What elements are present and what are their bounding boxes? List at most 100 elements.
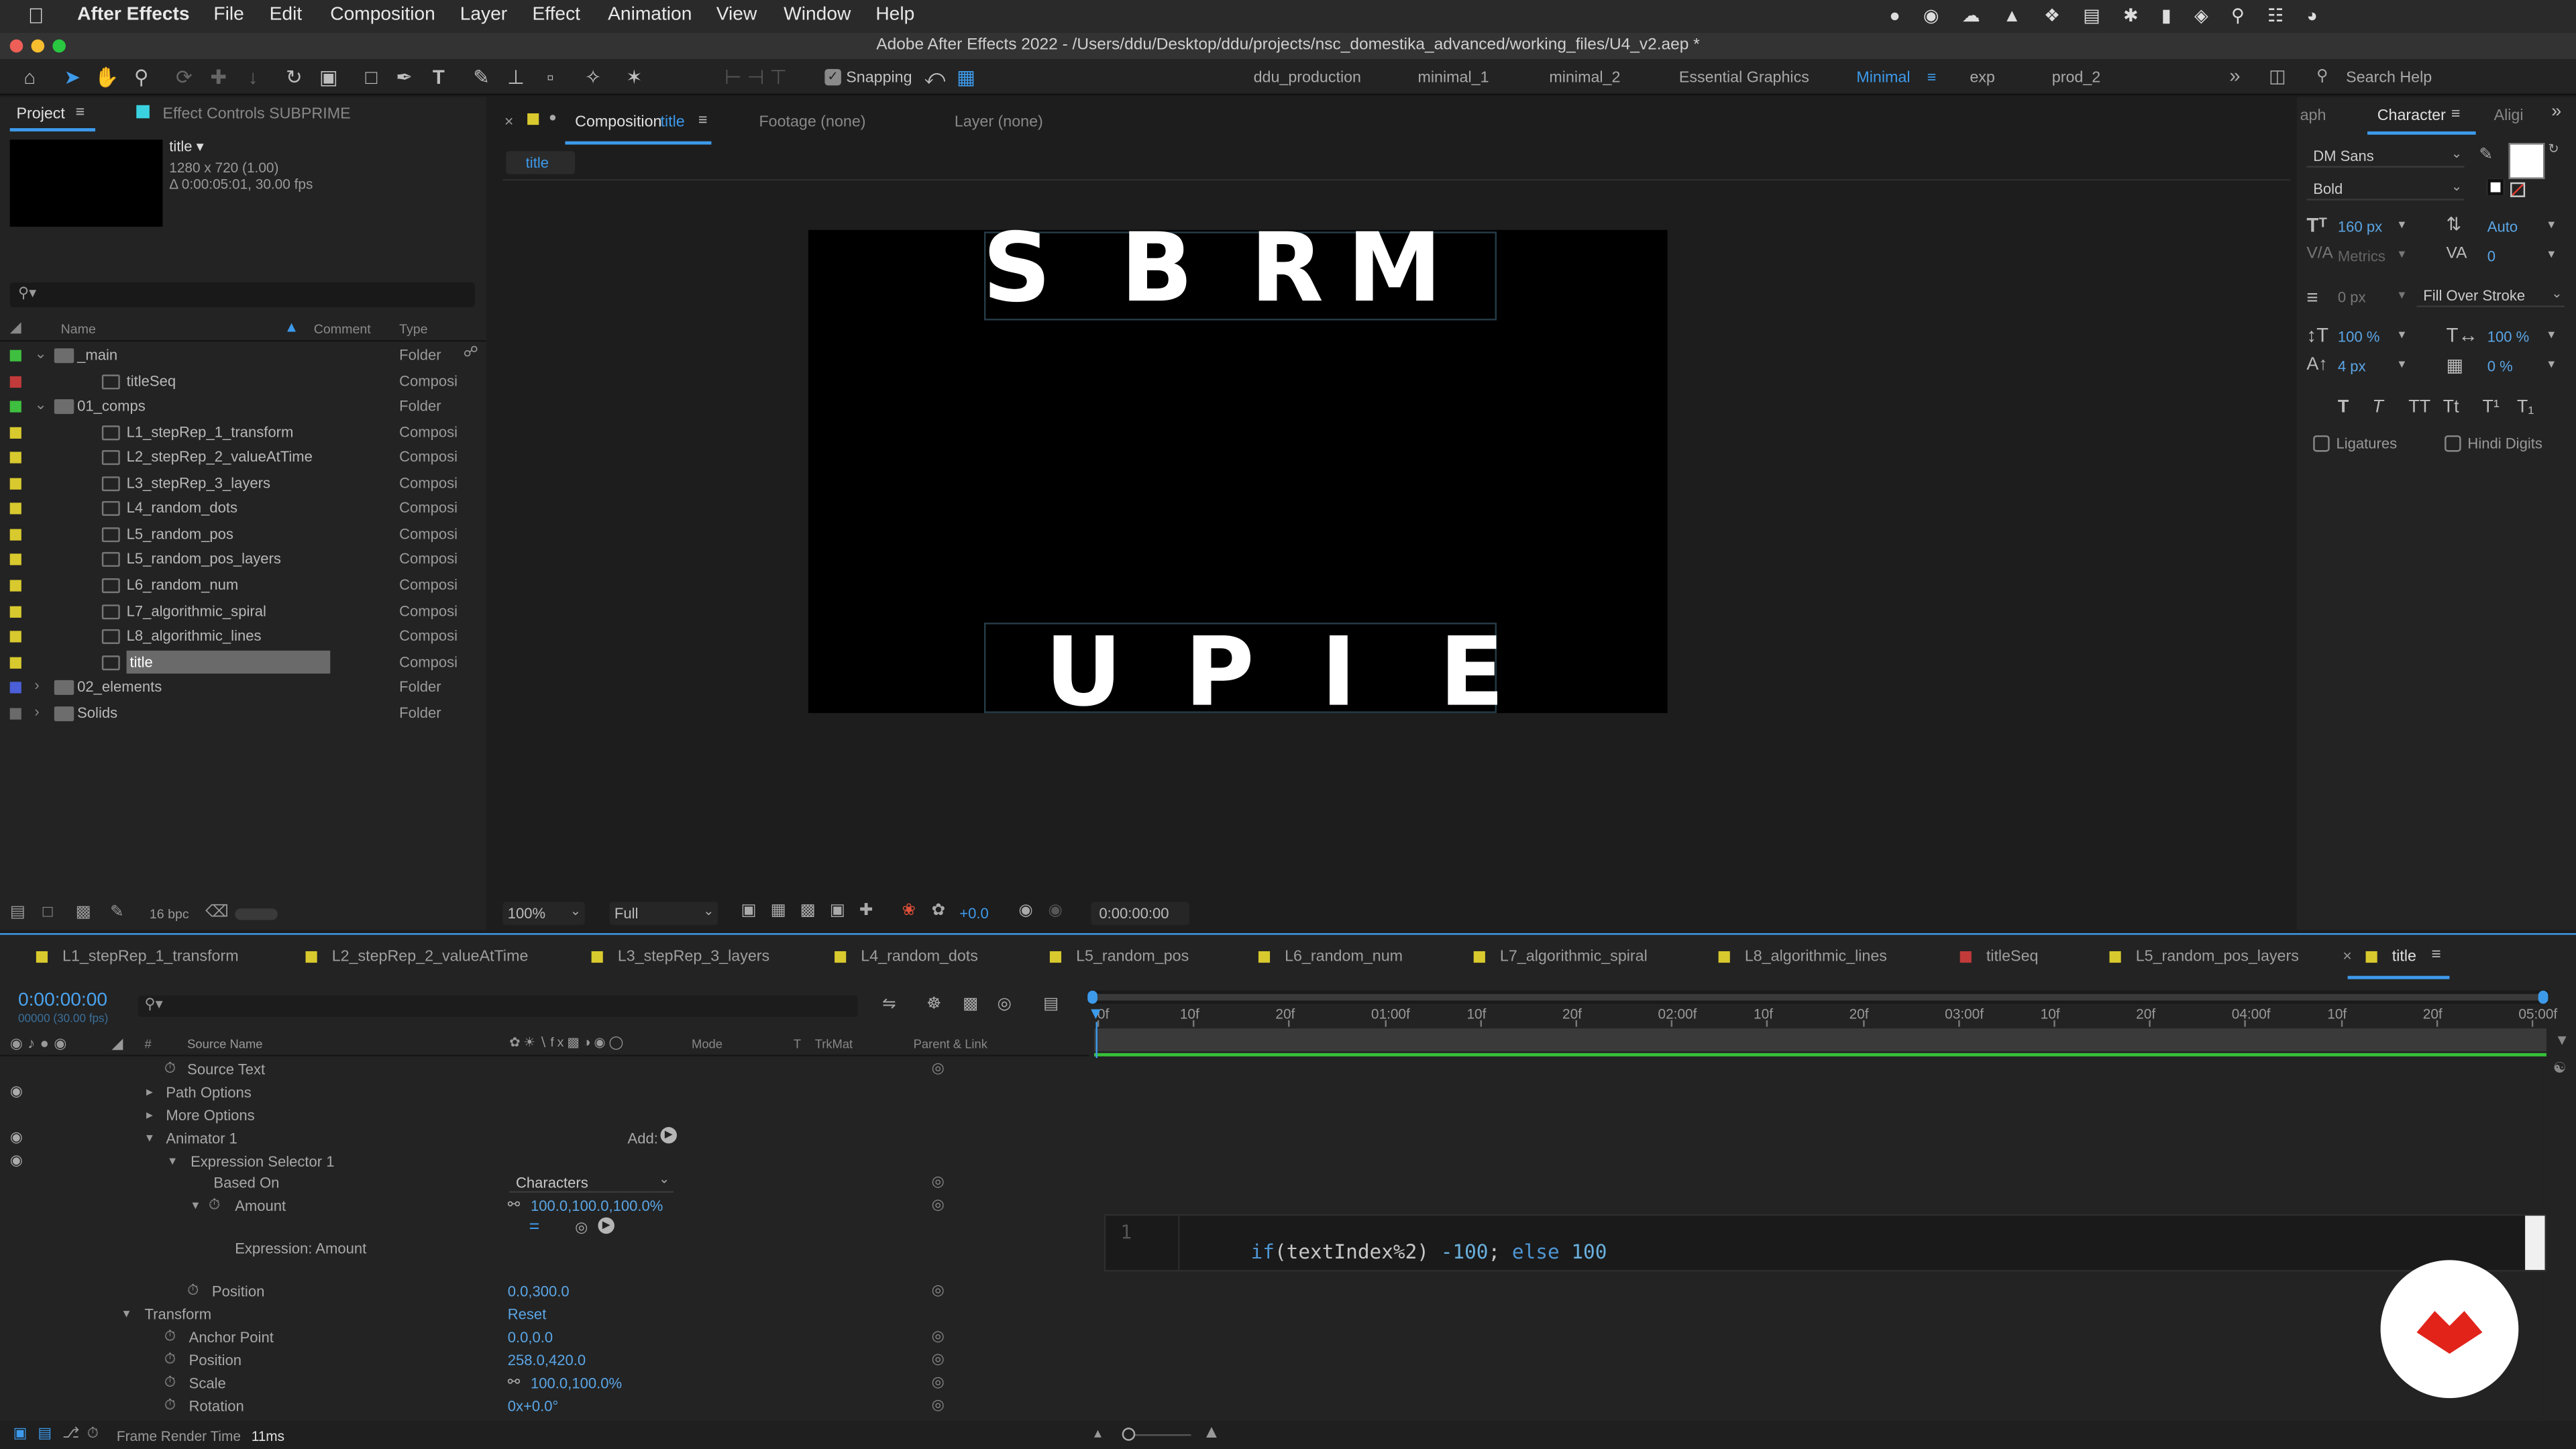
snapshot-icon[interactable]: ◉ [1018,902,1032,920]
workspace-ddu-production[interactable]: ddu_production [1254,69,1361,87]
snap-options-icon[interactable]: ⤺ [922,64,948,91]
timeline-tab-l4-random-dots[interactable]: L4_random_dots [835,948,978,966]
tsume-value[interactable]: 0 % [2487,358,2513,374]
source-name-header[interactable]: Source Name [187,1036,262,1051]
leading-value[interactable]: Auto [2487,219,2518,235]
zoom-in-icon[interactable]: ▲ [1203,1423,1221,1442]
stroke-color-swatch[interactable] [2487,178,2504,196]
close-window-button[interactable] [9,39,23,53]
label-column-icon[interactable]: ◢ [112,1035,123,1053]
timeline-tab-l3-steprep-3-layers[interactable]: L3_stepRep_3_layers [591,948,769,966]
timeline-tab-title[interactable]: title [2365,948,2416,966]
pickwhip-icon[interactable]: ◎ [932,1373,945,1391]
eyedropper-icon[interactable]: ✎ [2479,146,2493,164]
label-color-swatch[interactable] [9,503,21,515]
roto-brush-tool-icon[interactable]: ✧ [580,64,606,91]
zoom-tool-icon[interactable]: ⚲ [128,64,154,91]
rotation-value[interactable]: 0x+0.0° [508,1398,559,1414]
label-color-swatch[interactable] [9,451,21,464]
transform-label[interactable]: Transform [145,1306,212,1322]
font-family-dropdown[interactable]: DM Sans ⌄ [2306,145,2465,168]
baseline-shift-value[interactable]: 4 px [2338,358,2366,374]
pickwhip-icon[interactable]: ◎ [932,1281,945,1299]
stopwatch-icon[interactable]: ⏱ [164,1328,176,1346]
label-color-swatch[interactable] [9,375,21,387]
workspace-minimal[interactable]: Minimal [1856,69,1910,87]
pickwhip-icon[interactable]: ◎ [932,1196,945,1214]
av-features-icons[interactable]: ◉♪●◉ [10,1035,72,1053]
transform-twirl[interactable]: ▾ [123,1306,130,1321]
selection-tool-icon[interactable]: ➤ [59,64,85,91]
twirl-open-icon[interactable]: ⌄ [34,396,46,414]
trash-icon[interactable]: ⌫ [205,904,229,922]
close-tab-icon[interactable]: × [504,113,514,131]
project-comp-row[interactable]: L5_random_pos Composi [0,522,483,547]
work-area-bar[interactable] [1094,1028,2546,1052]
amount-value[interactable]: 100.0,100.0,100.0% [531,1197,663,1214]
current-time[interactable]: 0:00:00:00 [18,991,107,1010]
new-comp-icon[interactable]: ▩ [76,904,91,922]
workspace-minimal-1[interactable]: minimal_1 [1417,69,1489,87]
rotation-label[interactable]: Rotation [189,1398,244,1414]
expression-selector-twirl[interactable]: ▾ [169,1153,176,1168]
frame-blending-icon[interactable]: ◎ [998,996,1012,1014]
path-options-twirl[interactable]: ▸ [146,1084,153,1099]
menu-edit[interactable]: Edit [270,5,303,24]
constrain-link-icon[interactable]: ⚯ [508,1196,520,1214]
label-color-swatch[interactable] [9,631,21,643]
project-comp-row[interactable]: titleSeq Composi [0,369,483,394]
search-help-icon[interactable]: ⚲ [2316,67,2328,85]
zoom-dropdown[interactable]: 100% ⌄ [502,902,585,925]
label-color-swatch[interactable] [9,554,21,566]
horizontal-scale-value[interactable]: 100 % [2487,329,2530,345]
clone-stamp-tool-icon[interactable]: ⊥ [502,64,529,91]
stopwatch-icon[interactable]: ⏱ [164,1350,176,1368]
expression-language-menu-icon[interactable]: ► [598,1217,614,1234]
scale-label[interactable]: Scale [189,1375,226,1391]
comp-breadcrumb[interactable]: title [506,151,576,174]
twirl-open-icon[interactable]: ⌄ [34,345,46,363]
project-folder-row[interactable]: › Solids Folder [0,701,483,726]
workspace-prod-2[interactable]: prod_2 [2052,69,2100,87]
stopwatch-icon[interactable]: ⏱ [164,1373,176,1391]
viewer-timecode[interactable]: 0:00:00:00 [1091,902,1190,925]
more-panels-icon[interactable]: » [2551,102,2561,121]
comp-tab-lock-icon[interactable]: ● [549,110,557,125]
stroke-mode-dropdown[interactable]: Fill Over Stroke ⌄ [2416,284,2565,307]
adjust-settings-icon[interactable]: ✎ [110,904,124,922]
project-folder-row[interactable]: › 02_elements Folder [0,676,483,700]
align-icons[interactable]: ⊢ ⊣ ⊤ [714,64,796,91]
expression-enable-icon[interactable]: = [529,1218,540,1237]
label-color-swatch[interactable] [9,656,21,668]
tab-project[interactable]: Project [16,105,64,123]
stopwatch-icon[interactable]: ⏱ [164,1060,176,1078]
animator-label[interactable]: Animator 1 [166,1130,237,1146]
small-caps-button[interactable]: Tt [2443,398,2459,417]
guides-grid-icon[interactable]: ✚ [859,902,873,920]
puppet-tool-icon[interactable]: ✶ [621,64,647,91]
show-snapshot-icon[interactable]: ◉ [1048,902,1062,920]
comp-marker-icon[interactable]: ☯ [2553,1060,2567,1078]
fast-previews-icon[interactable]: ▣ [741,902,756,920]
stroke-width-value[interactable]: 0 px [2338,289,2366,305]
switches-header-icons[interactable]: ✿☀∖fx▩◑◉◯ [509,1035,627,1050]
menu-layer[interactable]: Layer [460,5,507,24]
new-folder-icon[interactable]: □ [43,904,53,922]
label-color-swatch[interactable] [9,682,21,694]
pen-tool-icon[interactable]: ✒ [391,64,417,91]
all-caps-button[interactable]: TT [2408,398,2430,417]
comp-flowchart-icon[interactable]: ⇋ [882,996,896,1014]
app-menu[interactable]: After Effects [77,5,189,24]
path-options-label[interactable]: Path Options [166,1084,251,1100]
playhead-icon[interactable]: ▼ [1087,1006,1104,1024]
faux-italic-button[interactable]: T [2372,398,2383,417]
eraser-tool-icon[interactable]: ▫ [537,64,564,91]
timeline-tab-l2-steprep-2-valueattime[interactable]: L2_stepRep_2_valueAtTime [305,948,528,966]
dolly-tool-icon[interactable]: ↓ [240,64,266,91]
type-column-header[interactable]: Type [399,322,427,337]
navigator-start-handle[interactable] [1087,990,1097,1004]
expression-selector-label[interactable]: Expression Selector 1 [191,1153,334,1169]
bit-depth-button[interactable]: 16 bpc [150,907,189,922]
character-panel-menu-icon[interactable]: ≡ [2451,105,2461,123]
resolution-dropdown[interactable]: Full ⌄ [609,902,718,925]
